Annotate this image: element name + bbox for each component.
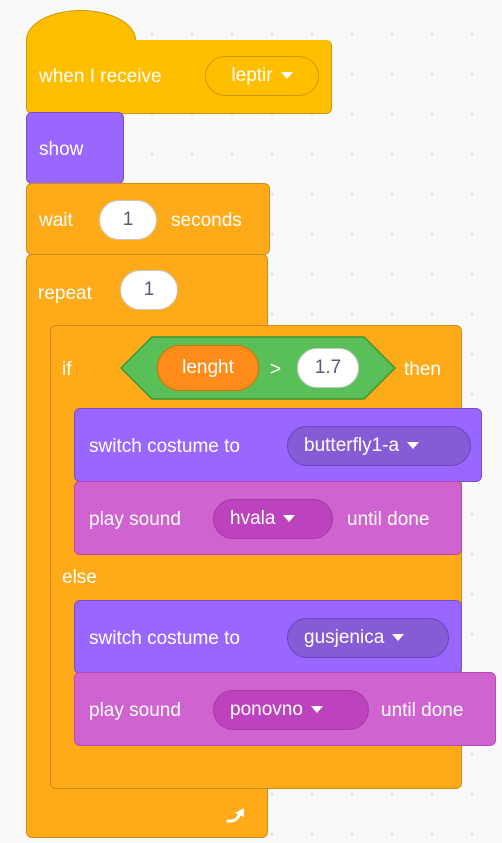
compare-value-input[interactable]: 1.7	[297, 348, 359, 388]
repeat-label: repeat	[38, 283, 92, 304]
until-done-label: until done	[347, 509, 430, 530]
switch-costume-label: switch costume to	[89, 436, 240, 457]
loop-arrow-icon	[226, 808, 244, 823]
until-done-label: until done	[381, 700, 464, 721]
seconds-label: seconds	[171, 210, 242, 231]
play-sound-until-done-block[interactable]: play sound hvala until done	[74, 481, 462, 555]
show-label: show	[39, 139, 84, 160]
repeat-count-input[interactable]: 1	[120, 270, 178, 310]
sound-dropdown[interactable]: hvala	[213, 499, 333, 539]
costume-dropdown[interactable]: butterfly1-a	[287, 426, 471, 466]
show-block[interactable]: show	[26, 112, 124, 184]
costume-value: butterfly1-a	[304, 435, 400, 456]
message-dropdown[interactable]: leptir	[205, 56, 319, 96]
caret-down-icon	[283, 515, 296, 523]
else-label: else	[62, 567, 97, 588]
caret-down-icon	[392, 634, 405, 642]
play-sound-label: play sound	[89, 509, 181, 530]
sound-value: hvala	[230, 508, 276, 529]
then-label: then	[404, 359, 441, 380]
wait-seconds-input[interactable]: 1	[99, 200, 157, 240]
caret-down-icon	[310, 706, 323, 714]
costume-dropdown[interactable]: gusjenica	[287, 618, 449, 658]
switch-costume-block[interactable]: switch costume to butterfly1-a	[74, 408, 482, 482]
when-i-receive-block[interactable]: when I receive leptir	[26, 40, 332, 114]
sound-value: ponovno	[230, 699, 303, 720]
caret-down-icon	[280, 72, 293, 80]
wait-label: wait	[39, 210, 73, 231]
wait-block[interactable]: wait 1 seconds	[26, 183, 270, 255]
switch-costume-block[interactable]: switch costume to gusjenica	[74, 600, 462, 674]
caret-down-icon	[407, 442, 420, 450]
when-i-receive-label: when I receive	[39, 66, 162, 87]
variable-lenght-reporter[interactable]: lenght	[157, 345, 259, 391]
play-sound-until-done-block[interactable]: play sound ponovno until done	[74, 672, 496, 746]
variable-name: lenght	[182, 357, 234, 378]
play-sound-label: play sound	[89, 700, 181, 721]
message-value: leptir	[231, 65, 273, 86]
costume-value: gusjenica	[304, 627, 385, 648]
greater-than-symbol: >	[270, 359, 282, 380]
switch-costume-label: switch costume to	[89, 628, 240, 649]
if-label: if	[62, 359, 72, 380]
sound-dropdown[interactable]: ponovno	[213, 690, 369, 730]
